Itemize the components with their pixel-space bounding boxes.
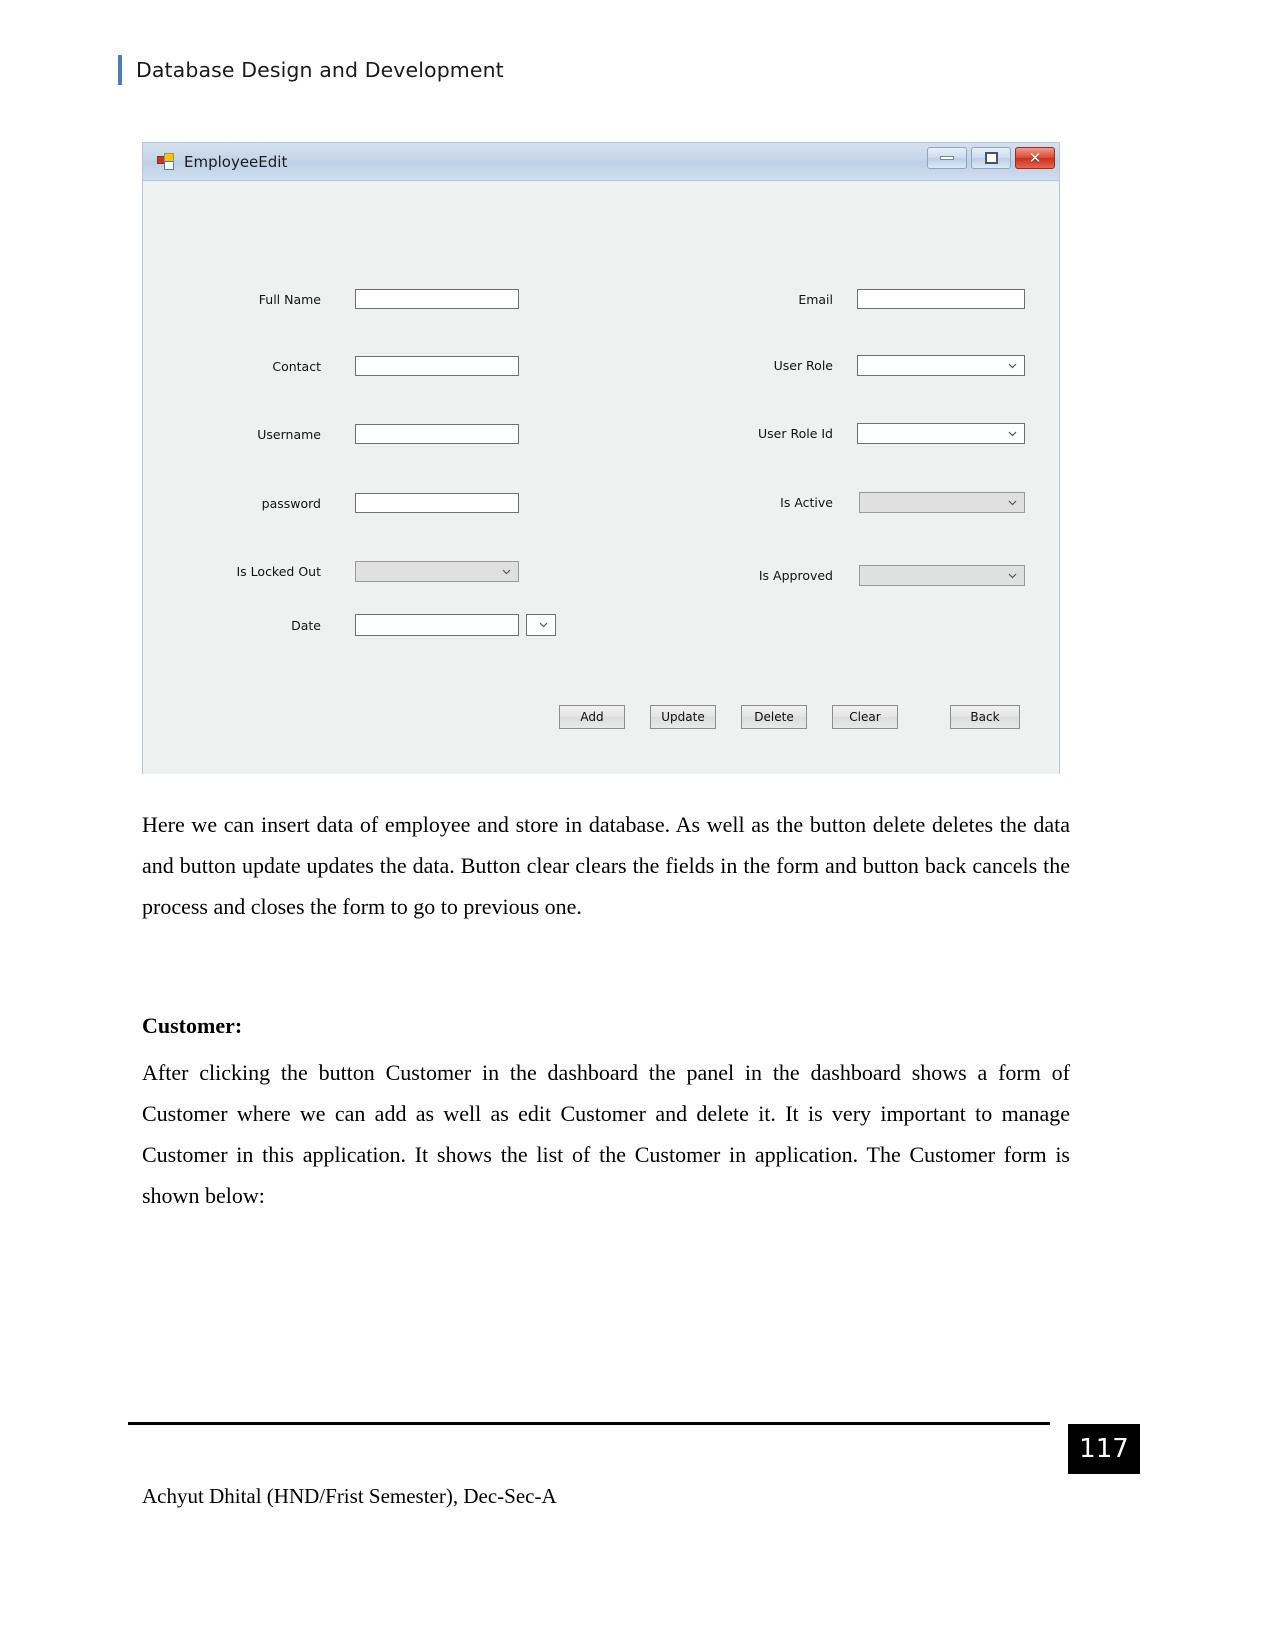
field-row-is-locked-out: Is Locked Out bbox=[181, 561, 519, 582]
label-contact: Contact bbox=[272, 358, 321, 374]
chevron-down-icon bbox=[1008, 361, 1017, 370]
field-row-email: Email bbox=[703, 289, 1025, 309]
clear-button[interactable]: Clear bbox=[832, 705, 898, 729]
input-email[interactable] bbox=[857, 289, 1025, 309]
select-is-approved[interactable] bbox=[859, 565, 1025, 586]
select-is-locked-out[interactable] bbox=[355, 561, 519, 582]
chevron-down-icon bbox=[502, 567, 511, 576]
field-row-user-role: User Role bbox=[683, 355, 1025, 376]
field-row-is-active: Is Active bbox=[683, 492, 1025, 513]
label-password: password bbox=[261, 495, 321, 511]
input-username[interactable] bbox=[355, 424, 519, 444]
window-title: EmployeeEdit bbox=[184, 152, 288, 171]
form-action-buttons: Add Update Delete Clear Back bbox=[559, 705, 1020, 729]
label-email: Email bbox=[798, 291, 833, 307]
header-accent-bar bbox=[118, 55, 122, 85]
label-full-name: Full Name bbox=[258, 291, 321, 307]
maximize-button[interactable] bbox=[971, 147, 1011, 169]
chevron-down-icon bbox=[1008, 429, 1017, 438]
delete-button[interactable]: Delete bbox=[741, 705, 807, 729]
window-controls: ✕ bbox=[927, 147, 1055, 169]
maximize-icon bbox=[984, 152, 998, 164]
select-user-role[interactable] bbox=[857, 355, 1025, 376]
label-username: Username bbox=[257, 426, 321, 442]
label-user-role: User Role bbox=[773, 358, 833, 373]
label-date: Date bbox=[291, 617, 321, 633]
input-date[interactable] bbox=[355, 614, 519, 636]
input-password[interactable] bbox=[355, 493, 519, 513]
chevron-down-icon bbox=[1008, 498, 1017, 507]
chevron-down-icon bbox=[1008, 571, 1017, 580]
field-row-contact: Contact bbox=[201, 356, 519, 376]
update-button[interactable]: Update bbox=[650, 705, 716, 729]
page-number-badge: 117 bbox=[1068, 1424, 1140, 1474]
close-icon: ✕ bbox=[1028, 148, 1042, 167]
back-button[interactable]: Back bbox=[950, 705, 1020, 729]
visual-studio-form-icon bbox=[157, 153, 174, 170]
paragraph-customer-description: After clicking the button Customer in th… bbox=[142, 1060, 1070, 1208]
header-title: Database Design and Development bbox=[136, 58, 504, 82]
select-is-active[interactable] bbox=[859, 492, 1025, 513]
close-button[interactable]: ✕ bbox=[1015, 147, 1055, 169]
minimize-button[interactable] bbox=[927, 147, 967, 169]
document-header: Database Design and Development bbox=[118, 55, 504, 85]
paragraph-employee-description: Here we can insert data of employee and … bbox=[142, 812, 1070, 919]
minimize-icon bbox=[940, 156, 954, 160]
footer-author-line: Achyut Dhital (HND/Frist Semester), Dec-… bbox=[142, 1484, 557, 1508]
form-body: Full Name Contact Username password Is L… bbox=[143, 181, 1059, 774]
add-button[interactable]: Add bbox=[559, 705, 625, 729]
heading-customer: Customer: bbox=[142, 1013, 243, 1038]
window-titlebar: EmployeeEdit ✕ bbox=[143, 143, 1059, 181]
field-row-user-role-id: User Role Id bbox=[683, 423, 1025, 444]
select-user-role-id[interactable] bbox=[857, 423, 1025, 444]
footer-divider bbox=[128, 1422, 1050, 1425]
label-is-locked-out: Is Locked Out bbox=[236, 564, 322, 579]
field-row-date: Date bbox=[201, 614, 556, 636]
label-is-active: Is Active bbox=[780, 495, 833, 510]
label-is-approved: Is Approved bbox=[758, 568, 833, 583]
field-row-full-name: Full Name bbox=[201, 289, 519, 309]
chevron-down-icon bbox=[539, 620, 548, 629]
field-row-password: password bbox=[201, 493, 519, 513]
input-contact[interactable] bbox=[355, 356, 519, 376]
date-picker-dropdown-button[interactable] bbox=[526, 614, 556, 636]
label-user-role-id: User Role Id bbox=[758, 426, 833, 441]
field-row-is-approved: Is Approved bbox=[671, 565, 1025, 586]
employee-edit-window: EmployeeEdit ✕ Full Name Contact Usernam… bbox=[142, 142, 1060, 774]
input-full-name[interactable] bbox=[355, 289, 519, 309]
field-row-username: Username bbox=[201, 424, 519, 444]
